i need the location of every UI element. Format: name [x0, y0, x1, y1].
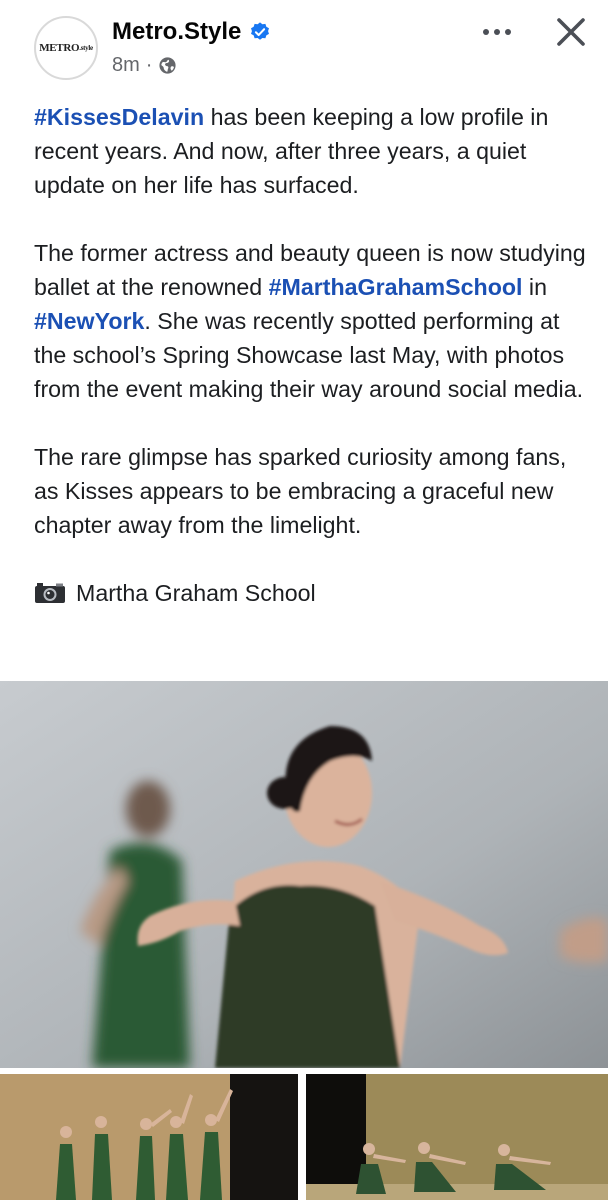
more-dot: [483, 29, 489, 35]
more-options-icon[interactable]: [474, 14, 520, 50]
meta-separator: ·: [145, 54, 153, 76]
verified-badge-icon: [251, 22, 270, 40]
hashtag-link[interactable]: #NewYork: [34, 308, 144, 334]
post-photo-grid: [0, 1074, 608, 1200]
page-avatar[interactable]: METRO .style: [34, 16, 98, 80]
paragraph-text: in: [522, 274, 547, 300]
more-dot: [494, 29, 500, 35]
post-timestamp[interactable]: 8m: [112, 54, 140, 77]
photo-credit-text: Martha Graham School: [76, 580, 316, 606]
close-icon[interactable]: [548, 10, 594, 56]
facebook-post: METRO .style Metro.Style 8m · #KissesDel…: [0, 0, 608, 1200]
post-paragraph-3: The rare glimpse has sparked curiosity a…: [34, 440, 594, 542]
post-meta: 8m ·: [112, 54, 177, 77]
more-dot: [505, 29, 511, 35]
stage-dance-photo: [306, 1074, 608, 1200]
hashtag-link[interactable]: #MarthaGrahamSchool: [269, 274, 523, 300]
post-paragraph-2: The former actress and beauty queen is n…: [34, 236, 594, 406]
hashtag-link[interactable]: #KissesDelavin: [34, 104, 204, 130]
page-name[interactable]: Metro.Style: [112, 18, 241, 46]
avatar-logo-subtext: .style: [79, 44, 93, 52]
post-body: #KissesDelavin has been keeping a low pr…: [34, 100, 594, 610]
page-name-row: Metro.Style: [112, 18, 271, 46]
dancer-photo: [0, 681, 608, 1068]
post-paragraph-1: #KissesDelavin has been keeping a low pr…: [34, 100, 594, 202]
post-photo-thumb[interactable]: [0, 1074, 298, 1200]
post-header: METRO .style Metro.Style 8m ·: [0, 0, 608, 98]
post-photo-main[interactable]: [0, 681, 608, 1068]
camera-icon: [35, 583, 65, 603]
post-photo-thumb[interactable]: [306, 1074, 608, 1200]
group-dance-photo: [0, 1074, 298, 1200]
globe-icon: [159, 57, 177, 74]
paragraph-text: The rare glimpse has sparked curiosity a…: [34, 444, 567, 538]
avatar-logo-text: METRO: [39, 42, 80, 54]
photo-credit: Martha Graham School: [34, 576, 594, 610]
